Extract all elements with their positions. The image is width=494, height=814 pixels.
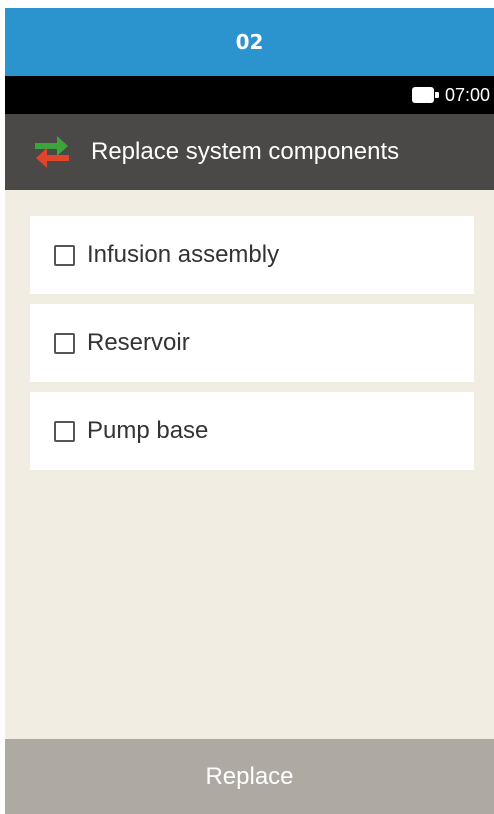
status-time: 07:00 bbox=[444, 84, 490, 105]
banner-label: 02 bbox=[235, 30, 264, 54]
item-label: Pump base bbox=[87, 417, 209, 444]
top-banner: 02 bbox=[5, 8, 494, 76]
replace-button[interactable]: Replace bbox=[5, 739, 494, 814]
device-screen: 02 07:00 Replace system components Infus… bbox=[5, 8, 494, 814]
swap-arrows-icon bbox=[35, 136, 69, 168]
replace-button-label: Replace bbox=[205, 762, 294, 790]
list-item-infusion-assembly[interactable]: Infusion assembly bbox=[30, 216, 474, 294]
checkbox-pump-base[interactable] bbox=[54, 420, 75, 442]
checkbox-infusion-assembly[interactable] bbox=[54, 244, 75, 266]
item-label: Reservoir bbox=[87, 329, 190, 356]
list-item-reservoir[interactable]: Reservoir bbox=[30, 304, 474, 382]
status-bar: 07:00 bbox=[5, 76, 494, 114]
battery-icon bbox=[411, 87, 439, 103]
list-item-pump-base[interactable]: Pump base bbox=[30, 392, 474, 470]
page-title: Replace system components bbox=[91, 138, 400, 165]
header-bar: Replace system components bbox=[5, 114, 494, 190]
checkbox-reservoir[interactable] bbox=[54, 332, 75, 354]
item-label: Infusion assembly bbox=[87, 241, 280, 268]
